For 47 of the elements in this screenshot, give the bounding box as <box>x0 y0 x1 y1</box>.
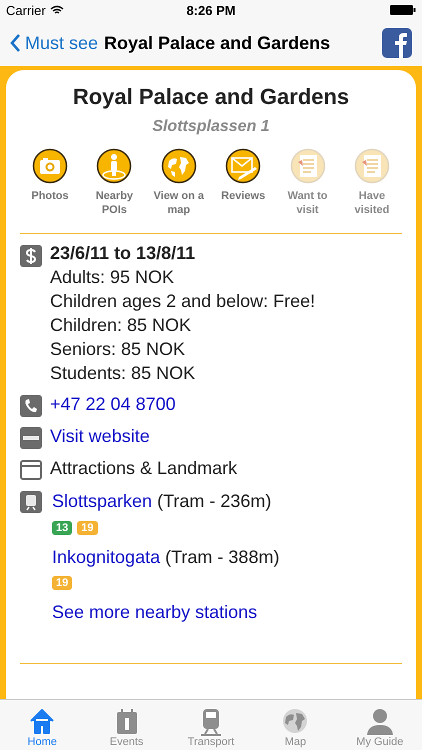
line-badge: 19 <box>52 576 72 590</box>
price-line: Adults: 95 NOK <box>50 266 176 289</box>
clock-time: 8:26 PM <box>186 2 236 18</box>
category-icon <box>20 459 42 481</box>
action-button[interactable]: Photos <box>20 148 80 217</box>
station-link[interactable]: Inkognitogata <box>52 547 160 567</box>
price-icon <box>20 245 42 267</box>
person-icon <box>96 148 132 184</box>
station-link[interactable]: Slottsparken <box>52 491 152 511</box>
station-info: (Tram - 388m) <box>165 547 280 567</box>
station-info: (Tram - 236m) <box>157 491 272 511</box>
price-line: Children ages 2 and below: Free! <box>50 290 316 313</box>
tab-item[interactable]: Home <box>0 700 84 750</box>
action-button[interactable]: Reviews <box>213 148 274 217</box>
train-icon <box>20 491 42 513</box>
phone-link[interactable]: +47 22 04 8700 <box>50 394 176 415</box>
envelope-icon <box>225 148 262 184</box>
price-line: Children: 85 NOK <box>50 314 192 337</box>
price-period: 23/6/11 to 13/8/11 <box>50 242 196 265</box>
wifi-icon <box>50 5 64 15</box>
action-button[interactable]: View on a map <box>148 148 209 217</box>
nav-title: Royal Palace and Gardens <box>104 32 332 54</box>
website-link[interactable]: Visit website <box>50 426 150 447</box>
more-stations-link[interactable]: See more nearby stations <box>52 602 402 623</box>
person-icon <box>364 706 395 736</box>
tab-item[interactable]: Map <box>253 700 338 750</box>
battery-icon <box>390 5 416 15</box>
document-icon <box>354 148 390 184</box>
price-line: Students: 85 NOK <box>50 362 196 385</box>
back-button[interactable]: Must see <box>10 32 98 54</box>
document-icon <box>290 148 326 184</box>
place-address: Slottsplassen 1 <box>151 118 271 136</box>
place-title: Royal Palace and Gardens <box>72 84 350 110</box>
price-line: Seniors: 85 NOK <box>50 338 186 361</box>
category-text: Attractions & Landmark <box>50 458 238 479</box>
tab-item[interactable]: Transport <box>168 700 254 750</box>
line-badge: 13 <box>52 521 72 535</box>
tab-item[interactable]: Events <box>84 700 169 750</box>
camera-icon <box>32 148 68 184</box>
line-badge: 19 <box>77 521 98 535</box>
carrier-name: Carrier <box>6 2 46 18</box>
tab-item[interactable]: My Guide <box>338 700 422 750</box>
facebook-icon[interactable] <box>382 28 412 58</box>
action-button[interactable]: Nearby POIs <box>84 148 144 217</box>
globe-icon <box>160 148 197 184</box>
back-icon <box>10 33 21 53</box>
phone-icon <box>20 395 42 417</box>
